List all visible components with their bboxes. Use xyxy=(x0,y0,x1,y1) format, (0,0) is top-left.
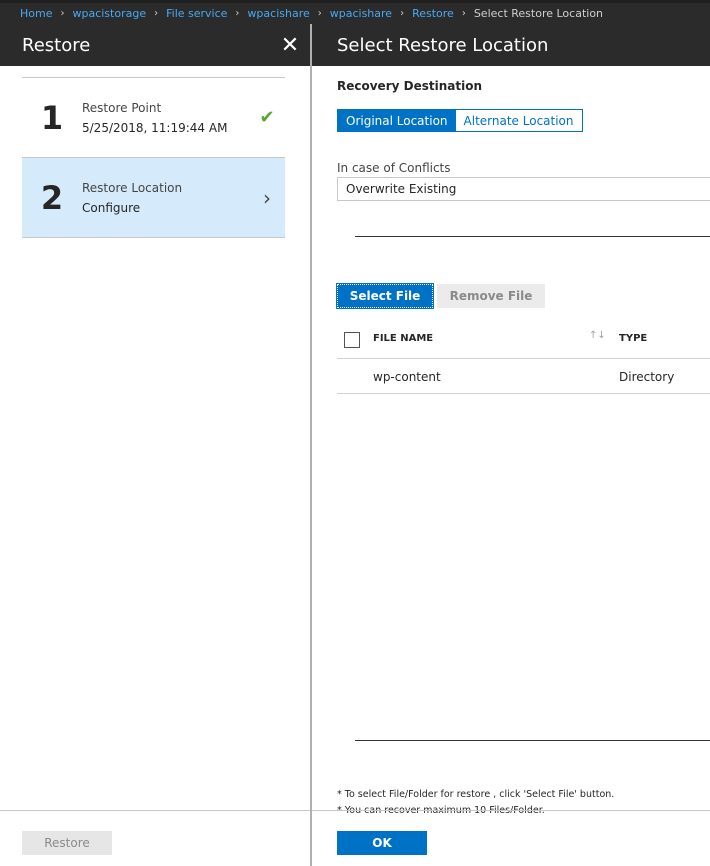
original-location-option[interactable]: Original Location xyxy=(338,110,456,131)
chevron-right-icon: › xyxy=(154,8,159,19)
separator-line xyxy=(355,236,710,237)
select-restore-location-blade: Select Restore Location Recovery Destina… xyxy=(312,24,710,866)
chevron-right-icon: › xyxy=(263,185,271,210)
check-icon: ✔ xyxy=(259,107,275,128)
select-restore-location-title: Select Restore Location xyxy=(312,24,710,66)
chevron-right-icon: › xyxy=(317,8,322,19)
step-number: 2 xyxy=(40,178,64,217)
breadcrumb-current: Select Restore Location xyxy=(473,7,604,20)
step-status: › xyxy=(249,186,285,210)
restore-blade-header: Restore ✕ xyxy=(0,24,310,66)
chevron-right-icon: › xyxy=(400,8,405,19)
breadcrumb-share-2[interactable]: wpacishare xyxy=(330,7,392,20)
step-subtitle: 5/25/2018, 11:19:44 AM xyxy=(82,120,228,135)
breadcrumb-home[interactable]: Home xyxy=(20,7,52,20)
step-number: 1 xyxy=(40,98,64,137)
select-file-button[interactable]: Select File xyxy=(336,283,434,309)
recovery-destination-toggle: Original Location Alternate Location xyxy=(337,109,583,132)
alternate-location-option[interactable]: Alternate Location xyxy=(455,110,582,131)
ok-button[interactable]: OK xyxy=(337,831,427,855)
sort-icon[interactable]: ↑↓ xyxy=(589,330,606,341)
breadcrumb-storage[interactable]: wpacistorage xyxy=(72,7,146,20)
breadcrumb-restore[interactable]: Restore xyxy=(412,7,454,20)
file-name-cell: wp-content xyxy=(373,370,441,384)
chevron-right-icon: › xyxy=(461,8,466,19)
footer-divider xyxy=(0,810,310,811)
breadcrumb-share[interactable]: wpacishare xyxy=(247,7,309,20)
chevron-right-icon: › xyxy=(60,8,65,19)
restore-blade: Restore ✕ 1 Restore Point 5/25/2018, 11:… xyxy=(0,24,310,866)
conflicts-dropdown[interactable]: Overwrite Existing xyxy=(337,177,710,201)
recovery-destination-label: Recovery Destination xyxy=(337,79,482,93)
step-text: Restore Location Configure xyxy=(82,181,249,215)
select-file-note: * To select File/Folder for restore , cl… xyxy=(337,789,615,800)
separator-line xyxy=(355,740,710,741)
breadcrumb: Home › wpacistorage › File service › wpa… xyxy=(0,0,710,24)
step-restore-point[interactable]: 1 Restore Point 5/25/2018, 11:19:44 AM ✔ xyxy=(22,78,285,158)
step-subtitle: Configure xyxy=(82,200,141,215)
remove-file-button[interactable]: Remove File xyxy=(437,284,545,308)
step-status: ✔ xyxy=(249,107,285,128)
table-row[interactable]: wp-content Directory xyxy=(337,359,710,394)
step-restore-location[interactable]: 2 Restore Location Configure › xyxy=(22,158,285,238)
breadcrumb-file-service[interactable]: File service xyxy=(166,7,227,20)
max-files-note: * You can recover maximum 10 Files/Folde… xyxy=(337,805,545,813)
table-header: FILE NAME ↑↓ TYPE xyxy=(337,324,710,359)
step-title: Restore Point xyxy=(82,100,162,115)
file-type-cell: Directory xyxy=(619,370,675,384)
step-text: Restore Point 5/25/2018, 11:19:44 AM xyxy=(82,101,249,135)
column-type[interactable]: TYPE xyxy=(619,333,647,344)
chevron-right-icon: › xyxy=(235,8,240,19)
footer-divider xyxy=(312,810,710,811)
step-title: Restore Location xyxy=(82,180,183,195)
restore-blade-title: Restore xyxy=(22,34,91,56)
conflicts-label: In case of Conflicts xyxy=(337,161,451,175)
select-all-checkbox[interactable] xyxy=(344,332,360,348)
column-file-name[interactable]: FILE NAME xyxy=(373,333,433,344)
close-icon[interactable]: ✕ xyxy=(270,33,310,58)
restore-button[interactable]: Restore xyxy=(22,831,112,855)
